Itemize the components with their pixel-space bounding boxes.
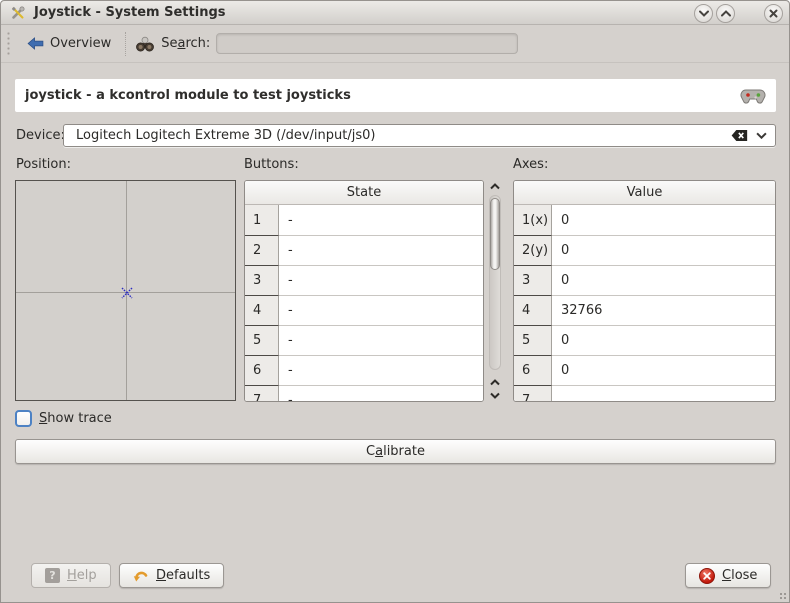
help-icon: ?	[45, 568, 60, 583]
table-row[interactable]: 4-	[245, 295, 483, 325]
table-row[interactable]: 50	[514, 325, 775, 355]
button-state: -	[279, 205, 483, 235]
toolbar: Overview Search:	[1, 25, 789, 63]
axis-value: 0	[552, 265, 775, 295]
chevron-up-icon	[721, 10, 731, 17]
chevron-down-icon	[699, 10, 709, 17]
module-header: joystick - a kcontrol module to test joy…	[15, 79, 776, 112]
axis-value: 0	[552, 355, 775, 385]
button-state: -	[279, 265, 483, 295]
overview-button[interactable]: Overview	[19, 33, 119, 54]
minimize-button[interactable]	[694, 4, 713, 23]
table-row[interactable]: 2(y)0	[514, 235, 775, 265]
overview-label: Overview	[50, 36, 111, 51]
table-row[interactable]: 7-	[245, 385, 483, 402]
button-state: -	[279, 355, 483, 385]
axes-label: Axes:	[513, 157, 548, 172]
close-label: Close	[722, 568, 757, 583]
clear-icon[interactable]	[731, 129, 748, 142]
scroll-down-icon[interactable]	[488, 389, 502, 402]
table-row[interactable]: 3-	[245, 265, 483, 295]
device-combobox[interactable]: Logitech Logitech Extreme 3D (/dev/input…	[63, 124, 776, 147]
close-button[interactable]: Close	[685, 563, 771, 588]
axis-value: 0	[552, 235, 775, 265]
row-number: 3	[245, 265, 279, 295]
maximize-button[interactable]	[716, 4, 735, 23]
button-state: -	[279, 295, 483, 325]
row-number: 5	[245, 325, 279, 355]
undo-icon	[133, 569, 149, 583]
resize-grip[interactable]	[779, 592, 787, 600]
titlebar[interactable]: Joystick - System Settings	[1, 1, 789, 25]
close-window-button[interactable]	[764, 4, 783, 23]
window-title: Joystick - System Settings	[34, 5, 226, 20]
table-row[interactable]: 1-	[245, 205, 483, 235]
system-settings-tools-icon	[10, 5, 26, 21]
toolbar-separator	[125, 32, 127, 56]
table-row[interactable]: 7	[514, 385, 775, 402]
defaults-button[interactable]: Defaults	[119, 563, 224, 588]
row-number: 1	[245, 205, 279, 235]
axis-value: 0	[552, 205, 775, 235]
row-number: 4	[245, 295, 279, 325]
row-number: 2(y)	[514, 235, 552, 265]
position-label: Position:	[16, 157, 71, 172]
table-row[interactable]: 1(x)0	[514, 205, 775, 235]
help-label: Help	[67, 568, 97, 583]
device-value: Logitech Logitech Extreme 3D (/dev/input…	[76, 128, 723, 143]
row-number: 6	[245, 355, 279, 385]
search-input[interactable]	[216, 33, 518, 54]
axis-value: 32766	[552, 295, 775, 325]
axes-table-header: Value	[514, 181, 775, 205]
table-row[interactable]: 432766	[514, 295, 775, 325]
button-state: -	[279, 325, 483, 355]
row-number: 6	[514, 355, 552, 385]
system-settings-window: Joystick - System Settings Overview	[0, 0, 790, 603]
combo-chevron-down-icon[interactable]	[756, 132, 767, 139]
gamepad-icon	[740, 87, 766, 105]
button-state: -	[279, 235, 483, 265]
close-red-icon	[699, 568, 715, 584]
row-number: 1(x)	[514, 205, 552, 235]
row-number: 7	[514, 385, 552, 402]
scroll-up-icon[interactable]	[488, 376, 502, 389]
axis-value: 0	[552, 325, 775, 355]
back-arrow-icon	[27, 37, 44, 50]
device-label: Device:	[16, 128, 65, 143]
module-title: joystick - a kcontrol module to test joy…	[25, 88, 351, 103]
buttons-table: State 1- 2- 3- 4- 5- 6- 7-	[244, 180, 484, 402]
search-label: Search:	[161, 36, 210, 51]
table-row[interactable]: 2-	[245, 235, 483, 265]
show-trace-label[interactable]: Show trace	[39, 411, 112, 426]
table-row[interactable]: 6-	[245, 355, 483, 385]
defaults-label: Defaults	[156, 568, 210, 583]
row-number: 2	[245, 235, 279, 265]
row-number: 7	[245, 385, 279, 402]
row-number: 3	[514, 265, 552, 295]
buttons-scrollbar[interactable]	[488, 180, 502, 402]
scrollbar-thumb[interactable]	[490, 198, 500, 270]
show-trace-checkbox[interactable]	[15, 410, 32, 427]
row-number: 5	[514, 325, 552, 355]
axes-table: Value 1(x)0 2(y)0 30 432766 50 60 7	[513, 180, 776, 402]
calibrate-label: Calibrate	[366, 444, 425, 459]
search-binoculars-icon	[135, 34, 155, 54]
scrollbar-track[interactable]	[489, 195, 501, 370]
toolbar-drag-handle[interactable]	[6, 31, 11, 57]
position-pad	[15, 180, 236, 401]
buttons-table-header: State	[245, 181, 483, 205]
axis-value	[552, 385, 775, 402]
table-row[interactable]: 30	[514, 265, 775, 295]
help-button[interactable]: ? Help	[31, 563, 111, 588]
close-icon	[769, 9, 778, 18]
calibrate-button[interactable]: Calibrate	[15, 439, 776, 464]
table-row[interactable]: 60	[514, 355, 775, 385]
table-row[interactable]: 5-	[245, 325, 483, 355]
row-number: 4	[514, 295, 552, 325]
scroll-up-icon[interactable]	[488, 180, 502, 193]
buttons-label: Buttons:	[244, 157, 299, 172]
button-state: -	[279, 385, 483, 402]
joystick-position-marker	[120, 286, 134, 300]
